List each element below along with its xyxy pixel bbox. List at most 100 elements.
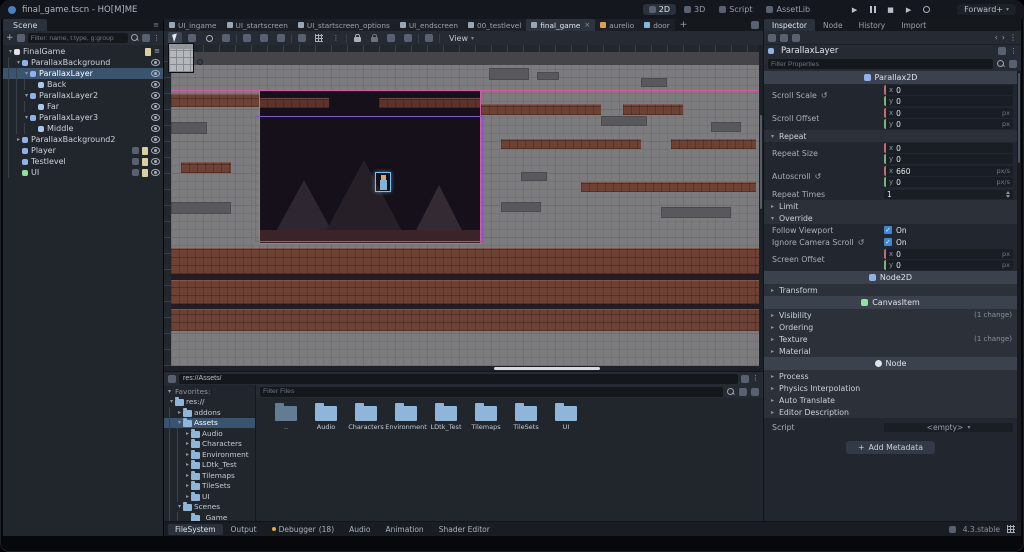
visibility-eye-icon[interactable] <box>151 81 160 88</box>
favorites-filter-icon[interactable] <box>1009 60 1017 68</box>
scene-tab[interactable]: door <box>639 19 675 31</box>
bottom-tab-debugger[interactable]: Debugger (18) <box>265 524 342 535</box>
revert-icon[interactable]: ↺ <box>858 238 865 247</box>
scroll-scale-x-field[interactable]: x0 <box>884 85 1013 95</box>
close-icon[interactable]: × <box>584 21 590 29</box>
scrollbar-thumb[interactable] <box>494 367 601 370</box>
expand-icon[interactable]: ▸ <box>184 482 191 489</box>
tab-import[interactable]: Import <box>893 19 934 31</box>
lock-object-button[interactable] <box>350 32 364 44</box>
group-object-button[interactable] <box>384 32 398 44</box>
autoscroll-y-field[interactable]: y 0 px/s <box>884 177 1013 187</box>
new-scene-tab-button[interactable]: + <box>675 20 693 30</box>
tab-history[interactable]: History <box>851 19 894 31</box>
expand-icon[interactable]: ▾ <box>23 70 30 77</box>
scene-node-row[interactable]: Middle <box>3 123 163 134</box>
group-auto-translate[interactable]: ▸ Auto Translate <box>764 394 1017 406</box>
group-texture[interactable]: ▸ Texture (1 change) <box>764 333 1017 345</box>
play-button[interactable]: ▶ <box>848 4 861 16</box>
renderer-select[interactable]: Forward+ ▾ <box>957 4 1016 15</box>
attach-script-button[interactable] <box>142 34 150 42</box>
file-item[interactable]: UI <box>546 403 586 431</box>
scene-tab[interactable]: UI_endscreen <box>394 19 463 31</box>
file-item[interactable]: Tilemaps <box>466 403 506 431</box>
visibility-eye-icon[interactable] <box>151 59 160 66</box>
visibility-eye-icon[interactable] <box>151 136 160 143</box>
scene-node-row[interactable]: ▾ ParallaxLayer2 <box>3 90 163 101</box>
expand-icon[interactable]: ▾ <box>168 398 175 405</box>
revert-icon[interactable]: ↺ <box>821 91 828 100</box>
add-metadata-button[interactable]: + Add Metadata <box>845 441 936 454</box>
expand-icon[interactable]: ▾ <box>176 419 183 426</box>
fs-tree-row[interactable]: ▸ Environment <box>164 449 255 460</box>
load-resource-icon[interactable] <box>780 33 788 42</box>
2d-canvas[interactable] <box>171 52 759 366</box>
groups-icon[interactable]: ≡ <box>154 48 160 55</box>
scene-node-row[interactable]: ▾ ParallaxLayer3 <box>3 112 163 123</box>
scene-tab[interactable]: UI_startscreen <box>221 19 293 31</box>
scene-node-row[interactable]: Far <box>3 101 163 112</box>
script-icon[interactable] <box>145 47 152 56</box>
scale-tool-button[interactable] <box>219 32 233 44</box>
canvas-vertical-scrollbar[interactable] <box>759 52 763 366</box>
fs-tree-row[interactable]: ▸ Tilemaps <box>164 470 255 481</box>
pause-button[interactable] <box>866 4 879 16</box>
expand-icon[interactable]: ▸ <box>176 409 183 416</box>
instance-scene-button[interactable] <box>16 34 25 42</box>
visibility-eye-icon[interactable] <box>151 147 160 154</box>
visibility-eye-icon[interactable] <box>151 158 160 165</box>
list-select-tool-button[interactable] <box>240 32 254 44</box>
file-filter-input[interactable] <box>260 386 723 397</box>
stop-button[interactable]: ■ <box>884 4 897 16</box>
canvas-horizontal-scrollbar[interactable] <box>171 366 759 371</box>
node-menu-icon[interactable]: ⋮ <box>1010 47 1017 55</box>
movie-mode-button[interactable] <box>920 4 933 16</box>
sort-files-icon[interactable] <box>739 387 747 396</box>
ungroup-object-button[interactable] <box>401 32 415 44</box>
scene-node-row[interactable]: Back <box>3 79 163 90</box>
favorites-header[interactable]: ▾ Favorites: <box>164 386 255 397</box>
unlock-object-button[interactable] <box>367 32 381 44</box>
bottom-tab-filesystem[interactable]: FileSystem <box>168 523 223 535</box>
workspace-assetlib-button[interactable]: AssetLib <box>760 4 816 15</box>
fs-tree-row[interactable]: ▾ res:// <box>164 397 255 408</box>
group-override[interactable]: ▾ Override <box>764 212 1017 224</box>
play-scene-button[interactable]: ▶ <box>902 4 915 16</box>
script-icon[interactable] <box>142 157 148 166</box>
visibility-eye-icon[interactable] <box>151 92 160 99</box>
ruler-tool-button[interactable] <box>274 32 288 44</box>
filesystem-menu-icon[interactable]: ⋮ <box>752 375 759 382</box>
expand-icon[interactable]: ▾ <box>7 48 14 55</box>
property-filter-input[interactable] <box>768 59 993 69</box>
fs-tree-row[interactable]: ▸ Audio <box>164 428 255 439</box>
scrollbar-thumb[interactable] <box>760 114 762 209</box>
script-icon[interactable] <box>142 168 148 177</box>
group-repeat[interactable]: ▾ Repeat <box>764 130 1017 142</box>
expand-icon[interactable]: ▸ <box>15 136 22 143</box>
scroll-offset-y-field[interactable]: y 0 px <box>884 119 1013 129</box>
expand-icon[interactable]: ▾ <box>23 92 30 99</box>
bottom-tab-output[interactable]: Output <box>224 524 264 535</box>
visibility-eye-icon[interactable] <box>151 125 160 132</box>
scene-node-row-selected[interactable]: ▾ ParallaxLayer <box>3 68 163 79</box>
group-material[interactable]: ▸ Material <box>764 345 1017 357</box>
group-transform[interactable]: ▸ Transform <box>764 284 1017 296</box>
scene-node-row[interactable]: ▾ FinalGame ≡ <box>3 46 163 57</box>
notification-icon[interactable] <box>948 525 956 533</box>
floating-panel-handle-icon[interactable] <box>197 59 203 65</box>
spinner-arrows[interactable] <box>1006 190 1010 198</box>
group-process[interactable]: ▸ Process <box>764 370 1017 382</box>
group-ordering[interactable]: ▸ Ordering <box>764 321 1017 333</box>
scrollbar-thumb[interactable] <box>1018 73 1020 163</box>
tab-inspector[interactable]: Inspector <box>764 19 815 31</box>
file-item[interactable]: LDtk_Test <box>426 403 466 431</box>
expand-icon[interactable]: ▸ <box>184 461 191 468</box>
scene-tree-menu-icon[interactable]: ⋮ <box>153 34 160 42</box>
file-item[interactable]: .. <box>266 403 306 431</box>
group-physics-interpolation[interactable]: ▸ Physics Interpolation <box>764 382 1017 394</box>
scene-tab[interactable]: UI_startscreen_options <box>292 19 395 31</box>
pan-tool-button[interactable] <box>257 32 271 44</box>
repeat-size-x-field[interactable]: x0 <box>884 143 1013 153</box>
expand-icon[interactable]: ▸ <box>184 440 191 447</box>
fs-tree-row[interactable]: ▸ UI <box>164 491 255 502</box>
